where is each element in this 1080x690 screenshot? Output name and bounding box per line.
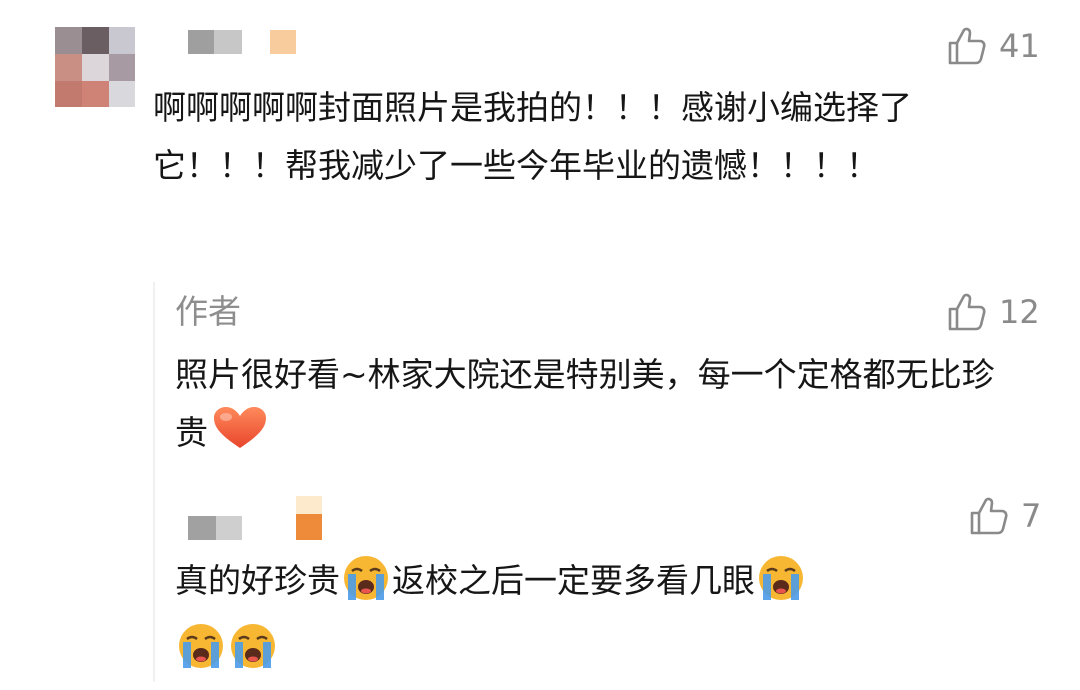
reply-text-part1: 真的好珍贵 bbox=[175, 561, 340, 600]
like-button[interactable]: 7 bbox=[957, 496, 1041, 536]
username[interactable] bbox=[188, 496, 328, 542]
like-count: 7 bbox=[1021, 497, 1042, 535]
username[interactable] bbox=[188, 30, 298, 54]
author-label[interactable]: 作者 bbox=[175, 295, 241, 328]
like-count: 12 bbox=[999, 293, 1040, 331]
thumbs-up-icon bbox=[969, 496, 1009, 536]
loudly-crying-face-icon bbox=[342, 554, 390, 620]
like-button[interactable]: 41 bbox=[935, 26, 1040, 66]
thumbs-up-icon bbox=[947, 292, 987, 332]
like-count: 41 bbox=[999, 27, 1040, 65]
comment-text: 啊啊啊啊啊封面照片是我拍的！！！感谢小编选择了它！！！帮我减少了一些今年毕业的遗… bbox=[153, 88, 912, 185]
thumbs-up-icon bbox=[947, 26, 987, 66]
reply-text: 照片很好看~林家大院还是特别美，每一个定格都无比珍贵 bbox=[175, 346, 1015, 468]
reply-text: 真的好珍贵 返校之后一定要多看几眼 bbox=[175, 552, 1025, 688]
avatar[interactable] bbox=[55, 27, 135, 107]
heart-icon bbox=[212, 406, 268, 468]
loudly-crying-face-icon bbox=[177, 622, 225, 688]
loudly-crying-face-icon bbox=[757, 554, 805, 620]
loudly-crying-face-icon bbox=[229, 622, 277, 688]
reply-text-content: 照片很好看~林家大院还是特别美，每一个定格都无比珍贵 bbox=[175, 355, 995, 452]
like-button[interactable]: 12 bbox=[935, 292, 1040, 332]
reply-text-part2: 返校之后一定要多看几眼 bbox=[392, 561, 755, 600]
